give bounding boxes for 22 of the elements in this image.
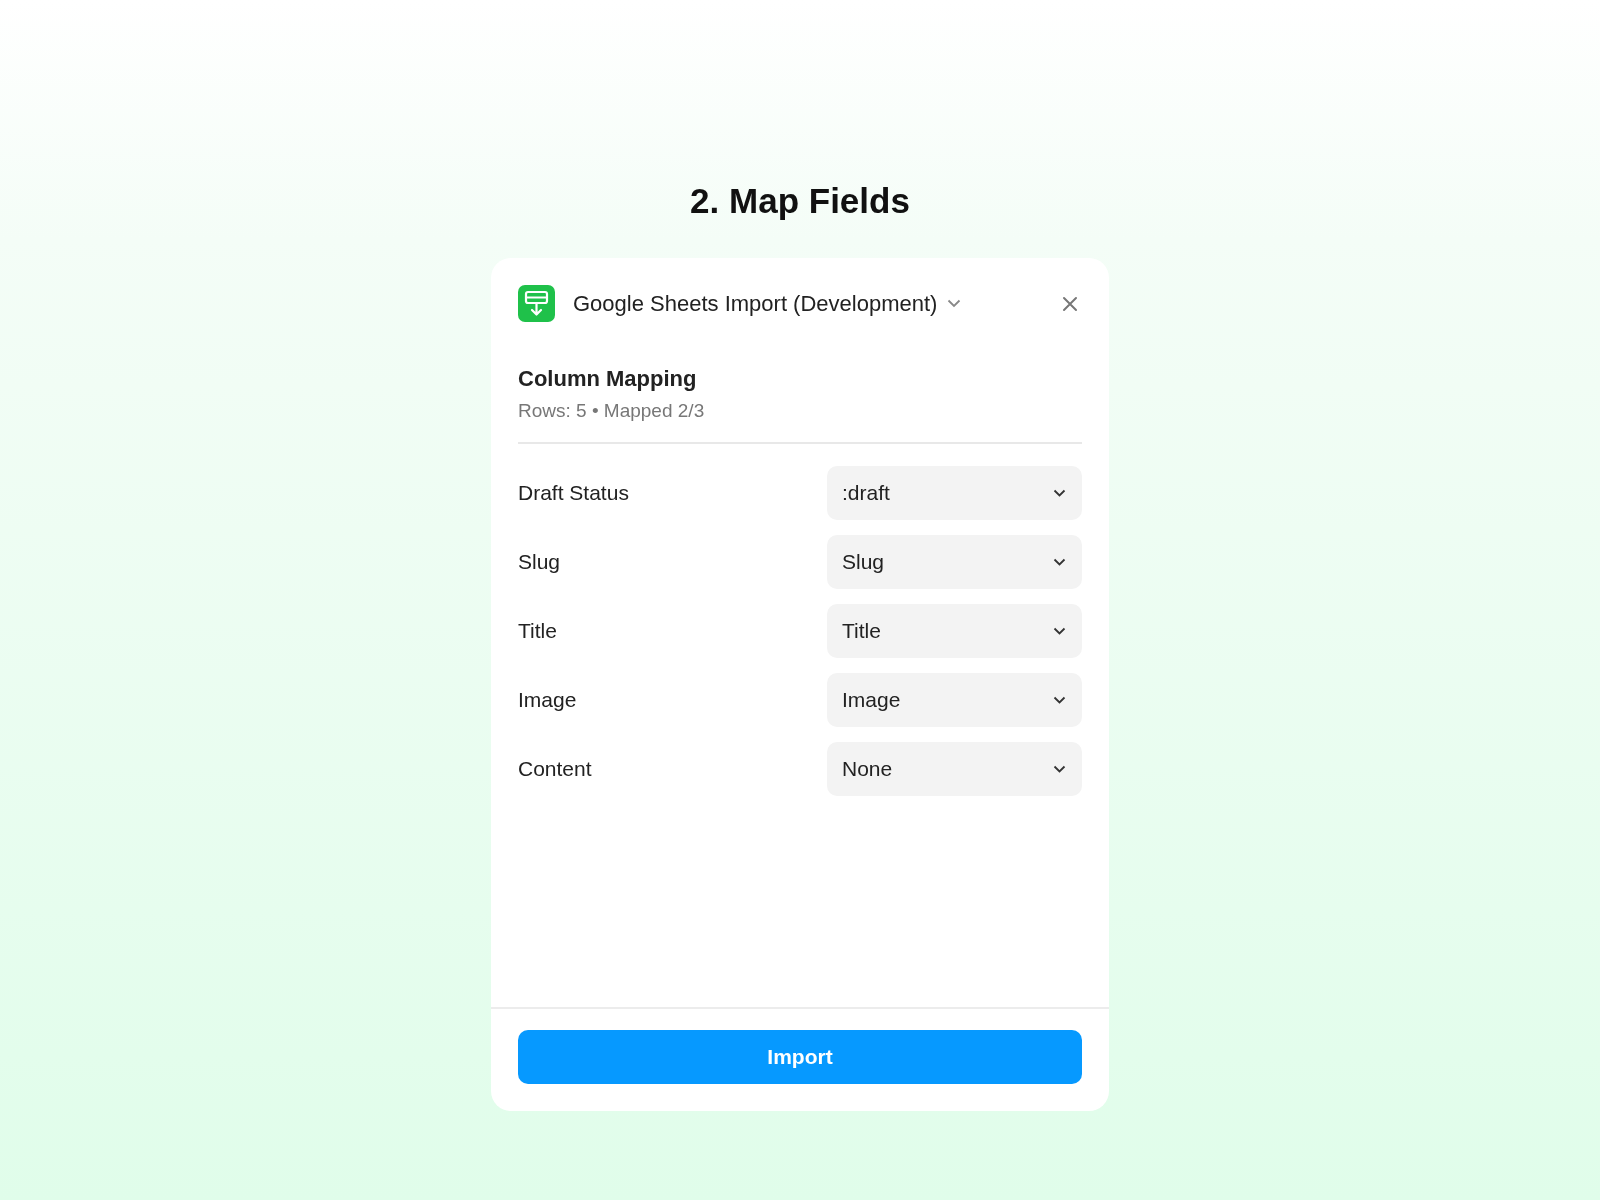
column-dropdown[interactable]: Title — [827, 604, 1082, 658]
page-title: 2. Map Fields — [690, 180, 910, 222]
column-dropdown[interactable]: None — [827, 742, 1082, 796]
plugin-selector[interactable]: Google Sheets Import (Development) — [573, 290, 962, 317]
chevron-down-icon — [1053, 765, 1066, 773]
column-dropdown[interactable]: :draft — [827, 466, 1082, 520]
chevron-down-icon — [1053, 627, 1066, 635]
chevron-down-icon — [1053, 558, 1066, 566]
field-label: Image — [518, 688, 577, 712]
field-label: Draft Status — [518, 481, 629, 505]
chevron-down-icon — [1053, 489, 1066, 497]
column-dropdown[interactable]: Slug — [827, 535, 1082, 589]
field-label: Title — [518, 619, 557, 643]
mapping-summary: Rows: 5 • Mapped 2/3 — [518, 400, 706, 422]
sheet-download-icon — [518, 285, 555, 322]
chevron-down-icon — [947, 299, 962, 308]
section-title: Column Mapping — [518, 366, 698, 392]
close-icon[interactable] — [1062, 295, 1078, 312]
field-label: Slug — [518, 550, 561, 574]
field-label: Content — [518, 757, 592, 781]
chevron-down-icon — [1053, 696, 1066, 704]
column-dropdown[interactable]: Image — [827, 673, 1082, 727]
